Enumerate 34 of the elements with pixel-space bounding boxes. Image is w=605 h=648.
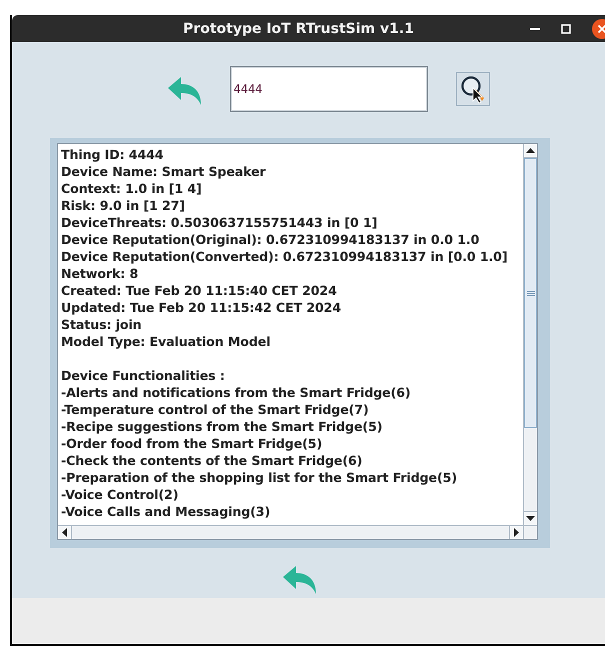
section-heading: Device Functionalities : <box>61 367 226 384</box>
window-title: Prototype IoT RTrustSim v1.1 <box>183 20 414 36</box>
detail-line: DeviceThreats: 0.5030637155751443 in [0 1] <box>61 214 378 231</box>
functionality-line: -Voice Control(2) <box>61 486 180 503</box>
scrollbar-thumb[interactable] <box>524 158 537 428</box>
detail-line: Context: 1.0 in [1 4] <box>61 180 203 197</box>
detail-line: Updated: Tue Feb 20 11:15:42 CET 2024 <box>61 299 342 316</box>
detail-line: Network: 8 <box>61 265 140 282</box>
scroll-down-icon[interactable] <box>524 511 537 525</box>
minimize-icon[interactable] <box>530 28 540 30</box>
horizontal-scrollbar[interactable] <box>58 525 523 539</box>
detail-line: Device Name: Smart Speaker <box>61 163 267 180</box>
detail-line: Created: Tue Feb 20 11:15:40 CET 2024 <box>61 282 338 299</box>
functionality-line: -Check the contents of the Smart Fridge(6) <box>61 452 364 469</box>
detail-line: Risk: 9.0 in [1 27] <box>61 197 186 214</box>
scrollbar-corner <box>523 525 537 539</box>
detail-line: Model Type: Evaluation Model <box>61 333 272 350</box>
detail-line: Device Reputation(Original): 0.672310994183137 in 0.0 1.0 <box>61 231 480 248</box>
functionality-line: -Preparation of the shopping list for the Smart Fridge(5) <box>61 469 458 486</box>
scroll-up-icon[interactable] <box>524 144 537 158</box>
detail-line: Status: join <box>61 316 143 333</box>
scroll-left-icon[interactable] <box>58 526 72 539</box>
detail-line: Thing ID: 4444 <box>61 146 164 163</box>
vertical-scrollbar[interactable] <box>523 144 537 525</box>
functionality-line: -Recipe suggestions from the Smart Fridge(5) <box>61 418 384 435</box>
functionality-line: -Voice Calls and Messaging(3) <box>61 503 272 520</box>
maximize-icon[interactable] <box>561 24 571 34</box>
scroll-right-icon[interactable] <box>509 526 523 539</box>
functionality-line: -Order food from the Smart Fridge(5) <box>61 435 324 452</box>
functionality-line: -Temperature control of the Smart Fridge(7) <box>61 401 370 418</box>
search-field[interactable]: 4444 <box>230 66 428 112</box>
detail-line: Device Reputation(Converted): 0.672310994183137 in [0.0 1.0] <box>61 248 508 265</box>
search-button[interactable] <box>456 72 490 106</box>
functionality-line: -Alerts and notifications from the Smart Fridge(6) <box>61 384 412 401</box>
